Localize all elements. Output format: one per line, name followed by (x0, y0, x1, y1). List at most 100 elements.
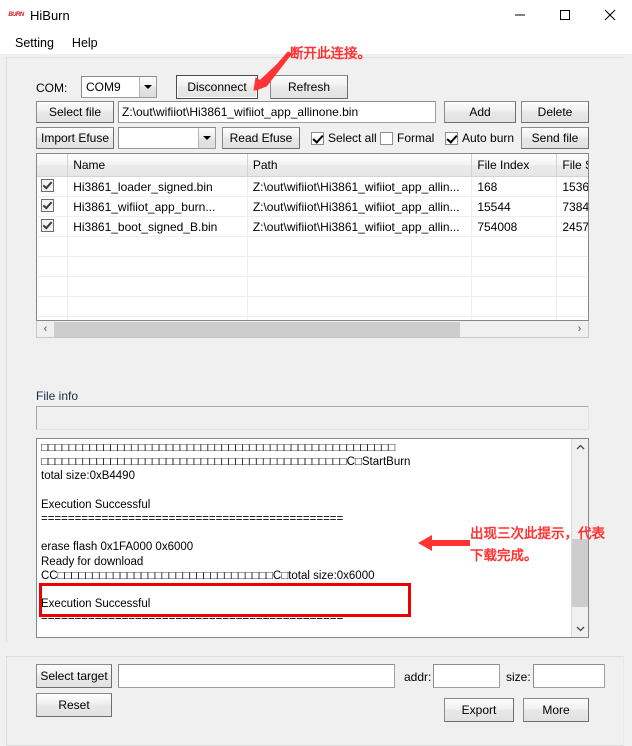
empty-cell (471, 276, 558, 297)
empty-cell (67, 256, 248, 277)
select-all-checkbox[interactable]: Select all (311, 131, 377, 145)
com-port-value: COM9 (86, 80, 121, 94)
cell-file-index: 168 (471, 176, 558, 197)
empty-cell (247, 296, 473, 317)
cell-name: Hi3861_loader_signed.bin (67, 176, 248, 197)
minimize-button[interactable] (497, 0, 542, 30)
scrollbar-thumb[interactable] (54, 321, 460, 337)
scroll-down-arrow-icon[interactable] (572, 620, 588, 637)
cell-file-size: 15360 (556, 176, 588, 197)
cell-file-index: 15544 (471, 196, 558, 217)
file-list-horizontal-scrollbar[interactable]: ‹ › (36, 321, 589, 338)
maximize-button[interactable] (542, 0, 587, 30)
send-file-button[interactable]: Send file (521, 127, 589, 149)
size-input[interactable] (533, 664, 605, 688)
file-info-label: File info (36, 389, 79, 403)
file-list-table[interactable]: Name Path File Index File Size Burn A Hi… (36, 153, 589, 321)
annotation-log-note-line2: 下载完成。 (470, 548, 538, 563)
cell-path: Z:\out\wifiiot\Hi3861_wifiiot_app_allin.… (247, 196, 473, 217)
empty-cell (556, 276, 588, 297)
import-efuse-button[interactable]: Import Efuse (36, 127, 114, 149)
cell-path: Z:\out\wifiiot\Hi3861_wifiiot_app_allin.… (247, 176, 473, 197)
file-path-input[interactable]: Z:\out\wifiiot\Hi3861_wifiiot_app_allino… (118, 101, 436, 123)
table-row[interactable]: Hi3861_loader_signed.bin Z:\out\wifiiot\H… (37, 176, 588, 197)
cell-name: Hi3861_boot_signed_B.bin (67, 216, 248, 237)
empty-cell (37, 236, 69, 257)
column-header-path[interactable]: Path (247, 154, 473, 177)
com-port-select[interactable]: COM9 (81, 76, 157, 98)
checkbox-box-icon (380, 131, 393, 145)
column-header-file-size[interactable]: File Size (556, 154, 588, 177)
addr-input[interactable] (433, 664, 500, 688)
file-info-box (36, 406, 589, 430)
scroll-up-arrow-icon[interactable] (572, 439, 588, 456)
annotation-arrow-top (253, 51, 293, 91)
select-file-button[interactable]: Select file (36, 101, 114, 123)
scroll-left-arrow-icon[interactable]: ‹ (37, 322, 54, 337)
size-label: size: (506, 670, 531, 684)
checkbox-checked-icon[interactable] (41, 198, 54, 212)
scrollbar-thumb[interactable] (572, 539, 588, 607)
empty-cell (556, 236, 588, 257)
window-title: HiBurn (30, 7, 70, 23)
table-row-empty (37, 256, 588, 277)
chevron-down-icon[interactable] (139, 77, 156, 97)
scroll-right-arrow-icon[interactable]: › (571, 322, 588, 337)
cell-path: Z:\out\wifiiot\Hi3861_wifiiot_app_allin.… (247, 216, 473, 237)
column-header-file-index[interactable]: File Index (471, 154, 558, 177)
column-header-name[interactable]: Name (67, 154, 248, 177)
export-button[interactable]: Export (444, 698, 514, 722)
table-row-empty (37, 236, 588, 257)
cell-file-size: 24576 (556, 216, 588, 237)
select-target-button[interactable]: Select target (36, 664, 112, 688)
table-row-empty (37, 276, 588, 297)
file-table: Name Path File Index File Size Burn A Hi… (37, 154, 588, 320)
column-header-checkbox[interactable] (37, 154, 69, 177)
select-all-label: Select all (328, 131, 377, 145)
empty-cell (37, 256, 69, 277)
addr-label: addr: (404, 670, 432, 684)
burn-logo-icon: BURN (8, 12, 24, 18)
empty-cell (247, 276, 473, 297)
more-button[interactable]: More (523, 698, 589, 722)
chevron-down-icon[interactable] (198, 128, 215, 148)
efuse-select[interactable] (118, 127, 216, 149)
row-checkbox-cell[interactable] (37, 196, 69, 217)
table-row[interactable]: Hi3861_wifiiot_app_burn... Z:\out\wifiiot… (37, 196, 588, 217)
add-button[interactable]: Add (444, 101, 516, 123)
auto-burn-label: Auto burn (462, 131, 515, 145)
checkbox-checked-icon[interactable] (41, 218, 54, 232)
menu-item-help[interactable]: Help (63, 33, 107, 53)
empty-cell (556, 256, 588, 277)
table-row[interactable]: Hi3861_boot_signed_B.bin Z:\out\wifiiot\H… (37, 216, 588, 237)
target-path-input[interactable] (118, 664, 395, 688)
row-checkbox-cell[interactable] (37, 176, 69, 197)
empty-cell (37, 296, 69, 317)
client-area: COM: COM9 Disconnect Refresh Select file… (0, 54, 632, 746)
read-efuse-button[interactable]: Read Efuse (222, 127, 300, 149)
empty-cell (471, 256, 558, 277)
close-button[interactable] (587, 0, 632, 30)
formal-label: Formal (397, 131, 435, 145)
auto-burn-checkbox[interactable]: Auto burn (445, 131, 514, 145)
row-checkbox-cell[interactable] (37, 216, 69, 237)
cell-file-size: 738448 (556, 196, 588, 217)
annotation-log-note-line1: 出现三次此提示，代表 (470, 526, 605, 541)
empty-cell (67, 236, 248, 257)
reset-button[interactable]: Reset (36, 693, 112, 717)
checkbox-checked-icon[interactable] (41, 178, 54, 192)
empty-cell (556, 296, 588, 317)
table-header-row: Name Path File Index File Size Burn A (37, 154, 588, 177)
checkbox-box-icon (445, 131, 458, 145)
annotation-arrow-log (418, 535, 470, 551)
cell-name: Hi3861_wifiiot_app_burn... (67, 196, 248, 217)
empty-cell (67, 276, 248, 297)
delete-button[interactable]: Delete (521, 101, 589, 123)
empty-cell (247, 256, 473, 277)
file-table-body: Hi3861_loader_signed.bin Z:\out\wifiiot\H… (37, 176, 588, 320)
empty-cell (67, 296, 248, 317)
menu-item-setting[interactable]: Setting (6, 33, 63, 53)
empty-cell (37, 276, 69, 297)
cell-file-index: 754008 (471, 216, 558, 237)
formal-checkbox[interactable]: Formal (380, 131, 434, 145)
